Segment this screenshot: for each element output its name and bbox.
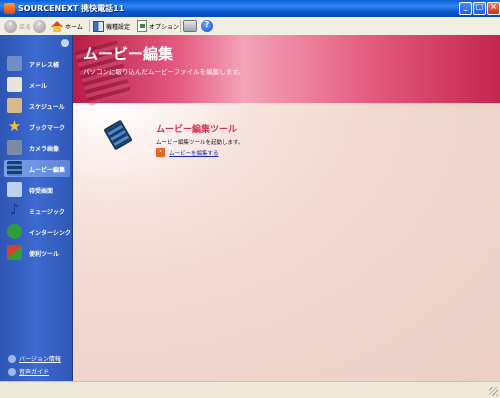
app-window: SOURCENEXT 携快電話11 _ □ × ‹ 戻る › ホーム 機種設定 … (0, 0, 500, 398)
resize-grip[interactable] (489, 387, 498, 396)
maximize-icon: □ (475, 2, 484, 11)
sidebar-item-label: カメラ画像 (29, 146, 60, 153)
arrow-right-icon: › (156, 147, 165, 157)
sync-icon (7, 224, 22, 239)
sidebar-item-movie-edit[interactable]: ムービー編集 (4, 160, 70, 177)
tools-icon (7, 245, 22, 260)
toolbar-separator (180, 20, 181, 32)
sidebar: ˄ アドレス帳 メール スケジュール ★ ブックマーク カメラ画像 ムービー編集… (0, 35, 73, 381)
close-icon: × (490, 2, 497, 11)
help-icon: ? (201, 20, 213, 32)
back-button[interactable]: ‹ 戻る (4, 19, 31, 33)
music-note-icon: ♪ (10, 202, 19, 218)
film-icon[interactable] (103, 119, 133, 151)
model-settings-label: 機種設定 (106, 23, 131, 31)
sidebar-item-schedule[interactable]: スケジュール (4, 97, 70, 114)
home-button[interactable]: ホーム (51, 19, 83, 33)
close-button[interactable]: × (487, 2, 500, 15)
sidebar-item-label: 便利ツール (29, 251, 60, 258)
maximize-button[interactable]: □ (473, 2, 486, 15)
sidebar-item-label: ムービー編集 (29, 167, 66, 174)
window-title: SOURCENEXT 携快電話11 (18, 4, 125, 13)
sidebar-item-label: 待受画面 (29, 188, 54, 195)
info-icon (8, 354, 16, 363)
sidebar-item-intersync[interactable]: インターシンク (4, 223, 71, 240)
page-title: ムービー編集 (83, 45, 174, 63)
forward-button[interactable]: › (33, 19, 46, 33)
sidebar-item-tools[interactable]: 便利ツール (4, 244, 70, 261)
voice-guide-icon (8, 367, 16, 376)
minimize-icon: _ (463, 2, 468, 11)
title-bar[interactable]: SOURCENEXT 携快電話11 _ □ × (0, 0, 500, 17)
collapse-sidebar-button[interactable]: ˄ (61, 38, 69, 47)
mail-icon (7, 77, 22, 92)
address-book-icon (7, 56, 22, 71)
forward-arrow-icon: › (33, 19, 46, 33)
sidebar-item-address-book[interactable]: アドレス帳 (4, 55, 70, 72)
printer-icon (183, 20, 197, 32)
edit-movie-link[interactable]: › ムービーを編集する (156, 147, 219, 157)
home-icon (51, 20, 63, 32)
sidebar-item-standby-screen[interactable]: 待受画面 (4, 181, 70, 198)
print-button[interactable] (183, 19, 197, 33)
sidebar-item-mail[interactable]: メール (4, 76, 70, 93)
home-label: ホーム (65, 23, 83, 31)
sidebar-item-label: メール (29, 83, 48, 90)
options-button[interactable]: オプション (137, 19, 179, 33)
main-content: ムービー編集 パソコンに取り込んだムービーファイルを編集します。 ムービー編集ツ… (73, 35, 500, 381)
star-icon: ★ (7, 117, 22, 135)
sidebar-item-label: アドレス帳 (29, 62, 60, 69)
version-info-link[interactable]: バージョン情報 (8, 353, 61, 364)
phone-screen-icon (7, 182, 22, 197)
sidebar-item-label: ブックマーク (29, 125, 66, 132)
sidebar-item-label: ミュージック (29, 209, 65, 216)
model-settings-icon (93, 20, 104, 32)
back-label: 戻る (19, 23, 32, 31)
help-button[interactable]: ? (201, 19, 213, 33)
tool-description: ムービー編集ツールを起動します。 (156, 140, 244, 146)
toolbar-separator (89, 20, 90, 32)
sidebar-item-bookmark[interactable]: ★ ブックマーク (4, 118, 70, 135)
model-settings-button[interactable]: 機種設定 (93, 19, 130, 33)
film-icon (7, 161, 22, 176)
options-label: オプション (149, 23, 180, 31)
sidebar-item-label: インターシンク (29, 230, 71, 237)
toolbar: ‹ 戻る › ホーム 機種設定 オプション ? (0, 17, 500, 36)
camera-icon (7, 140, 22, 155)
version-info-label: バージョン情報 (19, 356, 61, 363)
sidebar-item-camera[interactable]: カメラ画像 (4, 139, 70, 156)
edit-movie-link-label: ムービーを編集する (169, 150, 219, 157)
sidebar-item-label: スケジュール (29, 104, 65, 111)
minimize-button[interactable]: _ (459, 2, 472, 15)
voice-guide-link[interactable]: 音声ガイド (8, 366, 49, 377)
tool-title: ムービー編集ツール (156, 125, 238, 135)
app-icon (4, 3, 15, 14)
page-description: パソコンに取り込んだムービーファイルを編集します。 (83, 68, 245, 76)
options-icon (137, 20, 147, 32)
voice-guide-label: 音声ガイド (19, 369, 50, 376)
back-arrow-icon: ‹ (4, 19, 17, 33)
status-bar (0, 381, 500, 398)
sidebar-item-music[interactable]: ♪ ミュージック (4, 202, 70, 219)
chevron-up-icon: ˄ (63, 38, 67, 45)
calendar-icon (7, 98, 22, 113)
page-banner: ムービー編集 パソコンに取り込んだムービーファイルを編集します。 (73, 35, 500, 106)
